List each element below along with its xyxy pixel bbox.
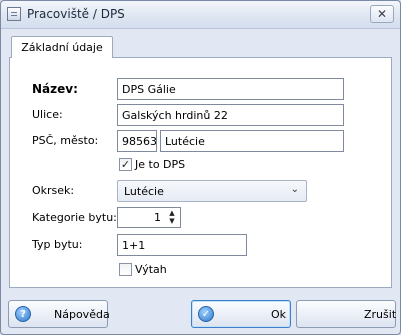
tab-label: Základní údaje [21,41,103,54]
nazev-field[interactable]: DPS Gálie [117,78,344,100]
stepper-up-icon[interactable]: ▲ [165,209,179,217]
cancel-button-label: Zrušit [364,308,397,321]
psc-mesto-label: PSČ, město: [32,134,99,147]
je-to-dps-label: Je to DPS [135,158,186,171]
nazev-label: Název: [32,82,78,96]
window-title: Pracoviště / DPS [27,7,125,21]
ok-button-label: Ok [271,308,287,321]
ulice-value: Galských hrdinů 22 [122,108,228,122]
okrsek-select[interactable]: Lutécie ⌄ [117,180,307,202]
kategorie-bytu-label: Kategorie bytu: [32,211,117,224]
app-window-icon [7,7,21,21]
okrsek-label: Okrsek: [32,184,75,197]
help-button[interactable]: ? Nápověda [8,300,110,328]
psc-field[interactable]: 98563 [117,130,157,152]
je-to-dps-checkbox[interactable]: ✓ [119,158,132,171]
chevron-down-icon: ⌄ [290,184,299,195]
psc-value: 98563 [122,134,157,148]
title-bar: Pracoviště / DPS ✕ [1,1,400,29]
stepper-down-icon[interactable]: ▼ [165,217,179,225]
ulice-label: Ulice: [32,108,63,121]
kategorie-bytu-stepper[interactable]: 1 ▲ ▼ [117,207,181,228]
mesto-value: Lutécie [165,134,205,148]
typ-bytu-field[interactable]: 1+1 [117,234,247,256]
ulice-field[interactable]: Galských hrdinů 22 [117,104,344,126]
mesto-field[interactable]: Lutécie [160,130,344,152]
checkmark-icon: ✓ [120,158,131,171]
close-icon: ✕ [376,7,388,21]
help-button-label: Nápověda [54,308,110,321]
typ-bytu-label: Typ bytu: [32,238,83,251]
ok-button[interactable]: ✓ Ok [191,300,291,328]
vytah-label: Výtah [135,263,167,276]
kategorie-bytu-value: 1 [154,211,161,224]
close-button[interactable]: ✕ [370,5,394,23]
tab-zakladni-udaje[interactable]: Základní údaje [11,36,113,58]
stepper-arrows: ▲ ▼ [165,209,179,226]
vytah-checkbox[interactable] [119,263,132,276]
okrsek-value: Lutécie [124,184,164,198]
typ-bytu-value: 1+1 [122,238,146,252]
help-icon: ? [15,306,31,322]
dialog-window: Pracoviště / DPS ✕ Základní údaje Název:… [0,0,401,335]
ok-check-icon: ✓ [198,306,214,322]
nazev-value: DPS Gálie [122,82,176,96]
cancel-button[interactable]: Zrušit [296,300,396,328]
